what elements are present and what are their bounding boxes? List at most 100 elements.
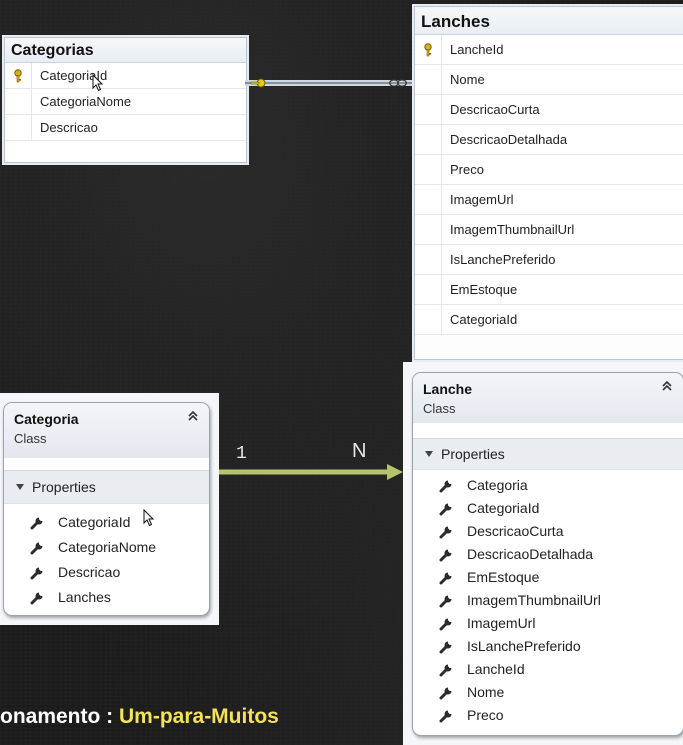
property-item[interactable]: CategoriaId	[439, 496, 683, 519]
table-columns: CategoriaId CategoriaNome Descricao	[5, 62, 246, 161]
wrench-icon	[30, 592, 43, 604]
wrench-icon	[439, 572, 452, 584]
wrench-icon	[439, 664, 452, 676]
column-row[interactable]: ImagemThumbnailUrl	[415, 215, 683, 245]
expand-triangle-icon	[16, 484, 24, 490]
mouse-cursor-icon	[92, 74, 104, 92]
property-name: ImagemUrl	[467, 614, 536, 631]
wrench-icon	[439, 480, 452, 492]
key-icon	[5, 63, 32, 88]
wrench-icon	[439, 710, 452, 722]
wrench-icon	[439, 595, 452, 607]
caption-prefix: onamento :	[0, 705, 119, 728]
wrench-icon	[439, 618, 452, 630]
chevron-up-icon[interactable]	[660, 379, 674, 393]
column-row[interactable]: DescricaoCurta	[415, 95, 683, 125]
column-name: IsLanchePreferido	[450, 252, 556, 267]
property-item[interactable]: LancheId	[439, 657, 683, 680]
column-row[interactable]: CategoriaId	[415, 305, 683, 335]
column-name: DescricaoCurta	[450, 102, 540, 117]
multiplicity-one: 1	[236, 444, 247, 464]
class-kind: Class	[14, 431, 47, 446]
property-list: CategoriaId CategoriaNome Descricao Lanc…	[4, 504, 209, 609]
expand-triangle-icon	[425, 451, 433, 457]
wrench-icon	[30, 517, 43, 529]
table-title: Categorias	[5, 38, 246, 62]
column-name: Descricao	[40, 120, 98, 135]
multiplicity-many: N	[352, 440, 367, 462]
property-name: Nome	[467, 683, 505, 700]
property-item[interactable]: EmEstoque	[439, 565, 683, 588]
properties-section-header[interactable]: Properties	[413, 438, 683, 470]
property-name: CategoriaId	[58, 513, 131, 530]
column-name: ImagemUrl	[450, 192, 514, 207]
column-name: EmEstoque	[450, 282, 518, 297]
column-row[interactable]: Descricao	[5, 115, 246, 141]
column-row[interactable]: DescricaoDetalhada	[415, 125, 683, 155]
table-title: Lanches	[415, 7, 683, 34]
property-name: Lanches	[58, 588, 111, 605]
association-arrow[interactable]	[219, 462, 404, 482]
property-item[interactable]: Lanches	[30, 584, 209, 609]
wrench-icon	[439, 526, 452, 538]
class-header: Lanche Class	[413, 373, 683, 423]
property-name: CategoriaNome	[58, 538, 157, 555]
column-row[interactable]: LancheId	[415, 35, 683, 65]
mouse-cursor-icon	[143, 509, 155, 527]
column-name: LancheId	[450, 42, 504, 57]
column-row[interactable]: Nome	[415, 65, 683, 95]
table-lanches[interactable]: Lanches LancheId Nome DescricaoCurta Des…	[414, 6, 683, 360]
property-item[interactable]: ImagemThumbnailUrl	[439, 588, 683, 611]
class-name: Categoria	[14, 411, 79, 427]
column-row[interactable]: IsLanchePreferido	[415, 245, 683, 275]
property-item[interactable]: Descricao	[30, 559, 209, 584]
property-item[interactable]: IsLanchePreferido	[439, 634, 683, 657]
property-name: Descricao	[58, 563, 121, 580]
property-name: IsLanchePreferido	[467, 637, 581, 654]
table-columns: LancheId Nome DescricaoCurta DescricaoDe…	[415, 34, 683, 335]
class-name: Lanche	[423, 381, 473, 397]
column-row[interactable]: CategoriaNome	[5, 89, 246, 115]
key-icon	[415, 35, 442, 64]
property-name: DescricaoCurta	[467, 522, 564, 539]
column-name: DescricaoDetalhada	[450, 132, 568, 147]
column-name: ImagemThumbnailUrl	[450, 222, 575, 237]
class-box-lanche[interactable]: Lanche Class Properties Categoria Catego…	[412, 372, 683, 736]
class-header: Categoria Class	[4, 403, 209, 458]
wrench-icon	[439, 687, 452, 699]
column-name: Preco	[450, 162, 484, 177]
properties-section-header[interactable]: Properties	[4, 470, 209, 504]
property-item[interactable]: ImagemUrl	[439, 611, 683, 634]
table-categorias[interactable]: Categorias CategoriaId CategoriaNome Des…	[4, 37, 247, 163]
property-name: LancheId	[467, 660, 525, 677]
property-item[interactable]: CategoriaId	[30, 509, 209, 534]
column-row[interactable]: EmEstoque	[415, 275, 683, 305]
section-label: Properties	[441, 446, 505, 462]
property-name: Preco	[467, 706, 504, 723]
property-item[interactable]: Preco	[439, 703, 683, 726]
property-item[interactable]: DescricaoDetalhada	[439, 542, 683, 565]
column-name: CategoriaNome	[40, 94, 132, 109]
property-name: DescricaoDetalhada	[467, 545, 594, 562]
column-name: Nome	[450, 72, 485, 87]
property-name: ImagemThumbnailUrl	[467, 591, 601, 608]
column-name: CategoriaId	[450, 312, 518, 327]
property-item[interactable]: DescricaoCurta	[439, 519, 683, 542]
relationship-line[interactable]	[245, 74, 415, 92]
property-name: CategoriaId	[467, 499, 540, 516]
column-row[interactable]: ImagemUrl	[415, 185, 683, 215]
property-item[interactable]: CategoriaNome	[30, 534, 209, 559]
wrench-icon	[439, 549, 452, 561]
property-item[interactable]: Nome	[439, 680, 683, 703]
wrench-icon	[439, 503, 452, 515]
relationship-caption: onamento : Um-para-Muitos	[0, 705, 279, 729]
wrench-icon	[30, 542, 43, 554]
column-row[interactable]: Preco	[415, 155, 683, 185]
chevron-up-icon[interactable]	[186, 409, 200, 423]
property-item[interactable]: Categoria	[439, 473, 683, 496]
section-label: Properties	[32, 479, 96, 495]
wrench-icon	[30, 567, 43, 579]
class-box-categoria[interactable]: Categoria Class Properties CategoriaId C…	[3, 402, 210, 616]
class-kind: Class	[423, 401, 456, 416]
column-row[interactable]: CategoriaId	[5, 63, 246, 89]
